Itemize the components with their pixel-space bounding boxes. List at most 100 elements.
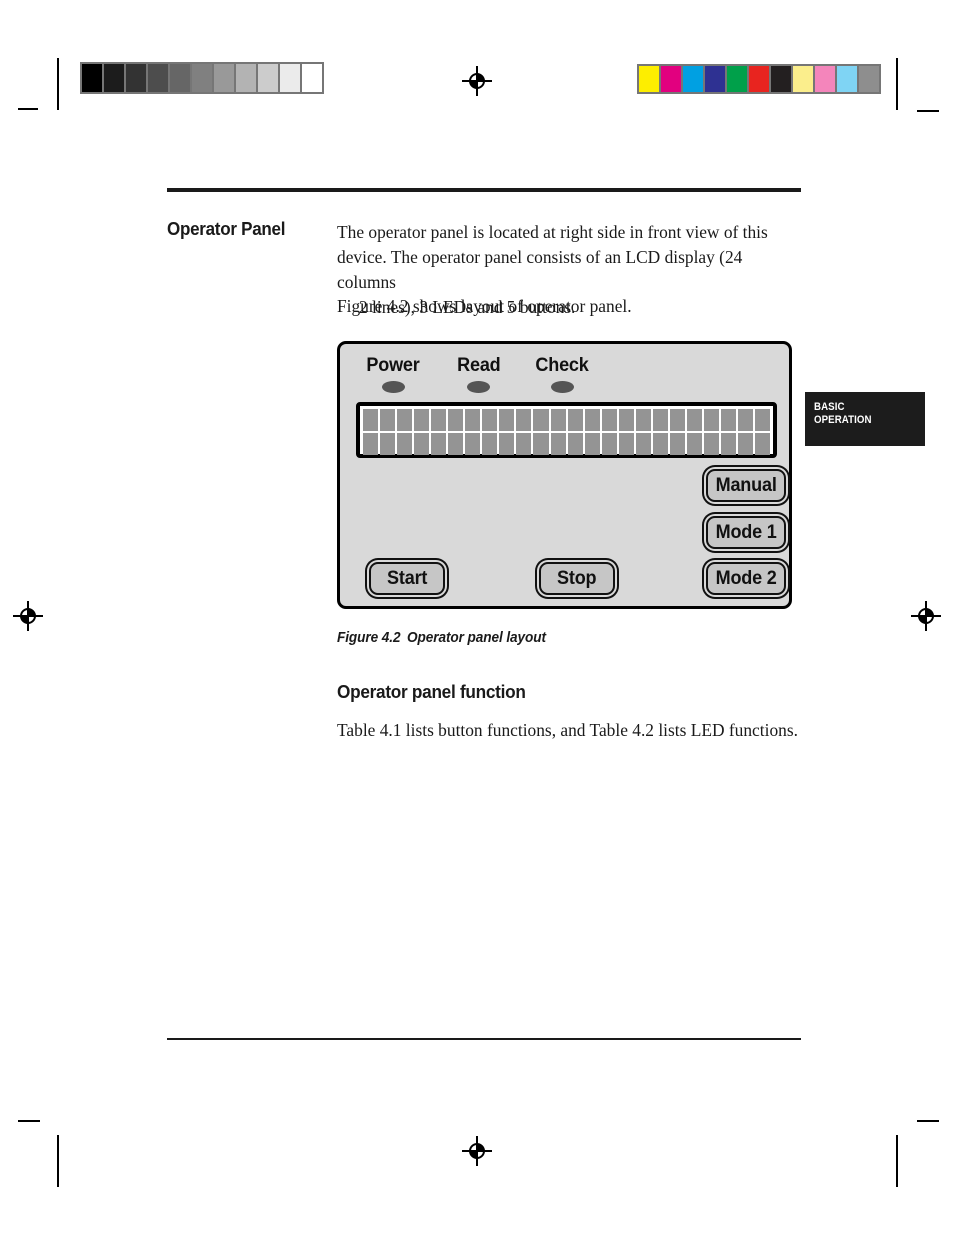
figure-caption-title: Operator panel layout: [407, 630, 546, 646]
lcd-display: [356, 402, 777, 458]
lcd-character-cell: [738, 409, 754, 431]
mode-1-button[interactable]: Mode 1: [706, 516, 786, 549]
lcd-character-cell: [397, 409, 413, 431]
lcd-character-cell: [363, 409, 379, 431]
registration-mark-right: [911, 601, 941, 631]
grayscale-swatch: [258, 64, 278, 92]
lcd-character-cell: [482, 409, 498, 431]
lcd-line-1: [363, 409, 771, 431]
registration-mark-bottom: [462, 1136, 492, 1166]
intro-line-1: The operator panel is located at right s…: [337, 222, 768, 242]
color-swatch: [815, 66, 835, 92]
lcd-character-cell: [414, 433, 430, 455]
lcd-character-cell: [380, 409, 396, 431]
lcd-character-cell: [380, 433, 396, 455]
lcd-character-cell: [465, 433, 481, 455]
color-swatch: [639, 66, 659, 92]
lcd-character-cell: [550, 433, 566, 455]
lcd-line-2: [363, 433, 771, 455]
side-tab-line-2: OPERATION: [814, 414, 872, 426]
lcd-character-cell: [703, 433, 719, 455]
manual-button[interactable]: Manual: [706, 469, 786, 502]
crop-mark-bottom-left-vertical: [57, 1135, 59, 1187]
figure-caption-number: Figure 4.2: [337, 630, 401, 646]
led-check-label: Check: [535, 355, 589, 376]
led-read-label: Read: [457, 355, 501, 376]
chapter-side-tab: BASIC OPERATION: [805, 392, 925, 446]
lcd-character-cell: [363, 433, 379, 455]
crop-mark-top-right-horizontal: [917, 110, 939, 112]
color-calibration-bar: [637, 64, 881, 94]
lcd-character-cell: [755, 409, 771, 431]
lcd-character-cell: [431, 433, 447, 455]
mode-2-button-label: Mode 2: [715, 567, 777, 589]
lcd-character-cell: [652, 409, 668, 431]
operator-panel-figure: Power Read Check Start Stop Manual Mode …: [337, 341, 792, 609]
lcd-character-cell: [550, 409, 566, 431]
mode-1-button-label: Mode 1: [715, 521, 777, 543]
grayscale-swatch: [192, 64, 212, 92]
color-swatch: [793, 66, 813, 92]
intro-line-2: device. The operator panel consists of a…: [337, 247, 743, 292]
lcd-character-cell: [567, 433, 583, 455]
led-power-indicator: [381, 381, 405, 393]
mode-2-button[interactable]: Mode 2: [706, 562, 786, 595]
lcd-character-cell: [516, 433, 532, 455]
footer-rule: [167, 1038, 801, 1040]
figure-reference-paragraph: Figure 4.2 shows layout of operator pane…: [337, 296, 632, 316]
registration-mark-top: [462, 66, 492, 96]
lcd-character-cell: [397, 433, 413, 455]
table-reference-paragraph: Table 4.1 lists button functions, and Ta…: [337, 720, 798, 740]
grayscale-swatch: [126, 64, 146, 92]
lcd-character-cell: [448, 433, 464, 455]
lcd-character-cell: [686, 433, 702, 455]
led-check: Check: [534, 355, 590, 393]
color-swatch: [683, 66, 703, 92]
stop-button[interactable]: Stop: [539, 562, 615, 595]
color-swatch: [727, 66, 747, 92]
lcd-character-cell: [738, 433, 754, 455]
lcd-character-cell: [482, 433, 498, 455]
led-check-indicator: [550, 381, 574, 393]
crop-mark-bottom-right-horizontal: [917, 1120, 939, 1122]
lcd-character-cell: [635, 409, 651, 431]
subsection-heading: Operator panel function: [337, 681, 526, 702]
led-read-indicator: [467, 381, 491, 393]
lcd-character-cell: [720, 409, 737, 431]
lcd-character-cell: [431, 409, 447, 431]
lcd-character-cell: [448, 409, 464, 431]
lcd-character-cell: [465, 409, 481, 431]
color-swatch: [837, 66, 857, 92]
side-tab-line-1: BASIC: [814, 401, 845, 413]
lcd-character-cell: [669, 433, 685, 455]
crop-mark-top-left-horizontal: [18, 108, 38, 110]
crop-mark-top-right-vertical: [896, 58, 898, 110]
lcd-character-cell: [533, 433, 549, 455]
start-button[interactable]: Start: [369, 562, 445, 595]
color-swatch: [705, 66, 725, 92]
lcd-character-cell: [652, 433, 668, 455]
lcd-character-cell: [601, 409, 617, 431]
led-read: Read: [456, 355, 502, 393]
start-button-label: Start: [386, 567, 428, 589]
lcd-character-cell: [703, 409, 719, 431]
color-swatch: [859, 66, 879, 92]
lcd-character-cell: [499, 409, 515, 431]
header-rule: [167, 188, 801, 192]
grayscale-calibration-bar: [80, 62, 324, 94]
lcd-character-cell: [720, 433, 737, 455]
lcd-character-cell: [618, 409, 634, 431]
lcd-character-cell: [516, 409, 532, 431]
manual-button-label: Manual: [715, 474, 777, 496]
lcd-character-cell: [618, 433, 634, 455]
lcd-character-cell: [755, 433, 771, 455]
grayscale-swatch: [214, 64, 234, 92]
lcd-character-cell: [567, 409, 583, 431]
color-swatch: [749, 66, 769, 92]
lcd-character-cell: [533, 409, 549, 431]
lcd-character-cell: [499, 433, 515, 455]
grayscale-swatch: [280, 64, 300, 92]
grayscale-swatch: [170, 64, 190, 92]
lcd-character-cell: [669, 409, 685, 431]
color-swatch: [661, 66, 681, 92]
